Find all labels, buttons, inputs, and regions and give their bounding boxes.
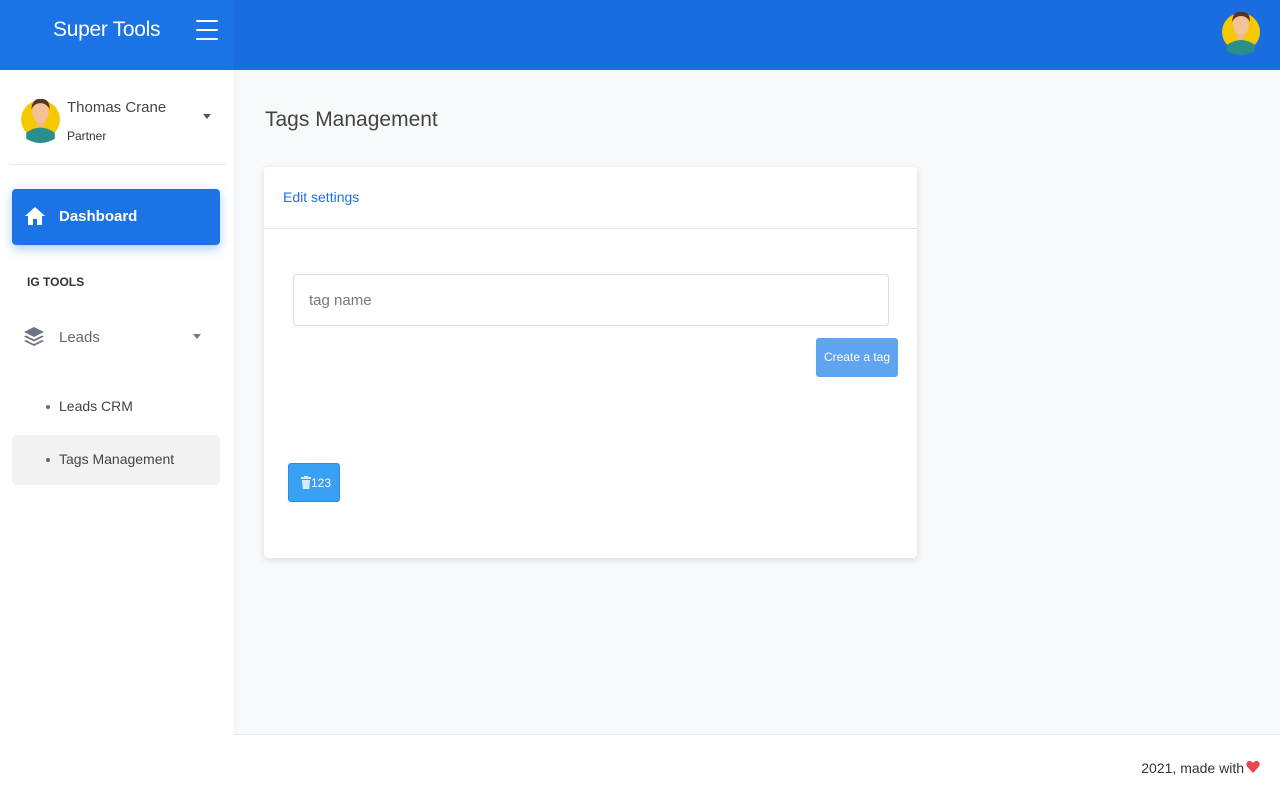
user-profile[interactable]: Thomas Crane Partner — [10, 84, 226, 165]
tag-label: 123 — [311, 476, 332, 490]
sidebar-item-leads-crm[interactable]: Leads CRM — [12, 382, 220, 432]
page-title: Tags Management — [265, 108, 438, 131]
heart-icon — [1246, 760, 1260, 773]
user-avatar-icon[interactable] — [1222, 7, 1260, 56]
tag-name-input[interactable] — [293, 274, 889, 326]
sidebar-item-dashboard[interactable]: Dashboard — [12, 189, 220, 245]
card-header: Edit settings — [264, 167, 917, 229]
sidebar-item-label: Tags Management — [59, 451, 175, 467]
brand-bar: Super Tools — [0, 0, 234, 70]
brand-title[interactable]: Super Tools — [53, 18, 161, 42]
section-label: IG TOOLS — [27, 275, 85, 289]
hamburger-icon[interactable] — [196, 20, 218, 42]
layers-icon — [24, 327, 44, 346]
sidebar-item-tags-management[interactable]: Tags Management — [12, 435, 220, 485]
avatar — [21, 99, 60, 143]
tag-chip[interactable]: 123 — [288, 463, 340, 502]
footer: 2021, made with — [234, 734, 1280, 800]
footer-text: 2021, made with — [1141, 760, 1244, 776]
settings-card: Edit settings Create a tag 123 — [264, 167, 917, 558]
chevron-down-icon[interactable] — [203, 114, 211, 119]
user-name: Thomas Crane — [67, 99, 167, 116]
user-role: Partner — [67, 129, 107, 143]
sidebar-item-label: Leads CRM — [59, 398, 133, 414]
create-tag-button[interactable]: Create a tag — [816, 338, 898, 377]
sidebar-item-leads[interactable]: Leads — [12, 315, 220, 359]
bullet-icon — [46, 458, 50, 462]
sidebar-item-label: Leads — [59, 329, 100, 346]
sidebar: Thomas Crane Partner Dashboard IG TOOLS … — [0, 70, 234, 800]
card-title[interactable]: Edit settings — [283, 189, 359, 205]
bullet-icon — [46, 405, 50, 409]
chevron-down-icon — [193, 334, 201, 339]
trash-icon — [301, 476, 311, 489]
home-icon — [25, 207, 45, 225]
sidebar-item-label: Dashboard — [59, 208, 138, 225]
